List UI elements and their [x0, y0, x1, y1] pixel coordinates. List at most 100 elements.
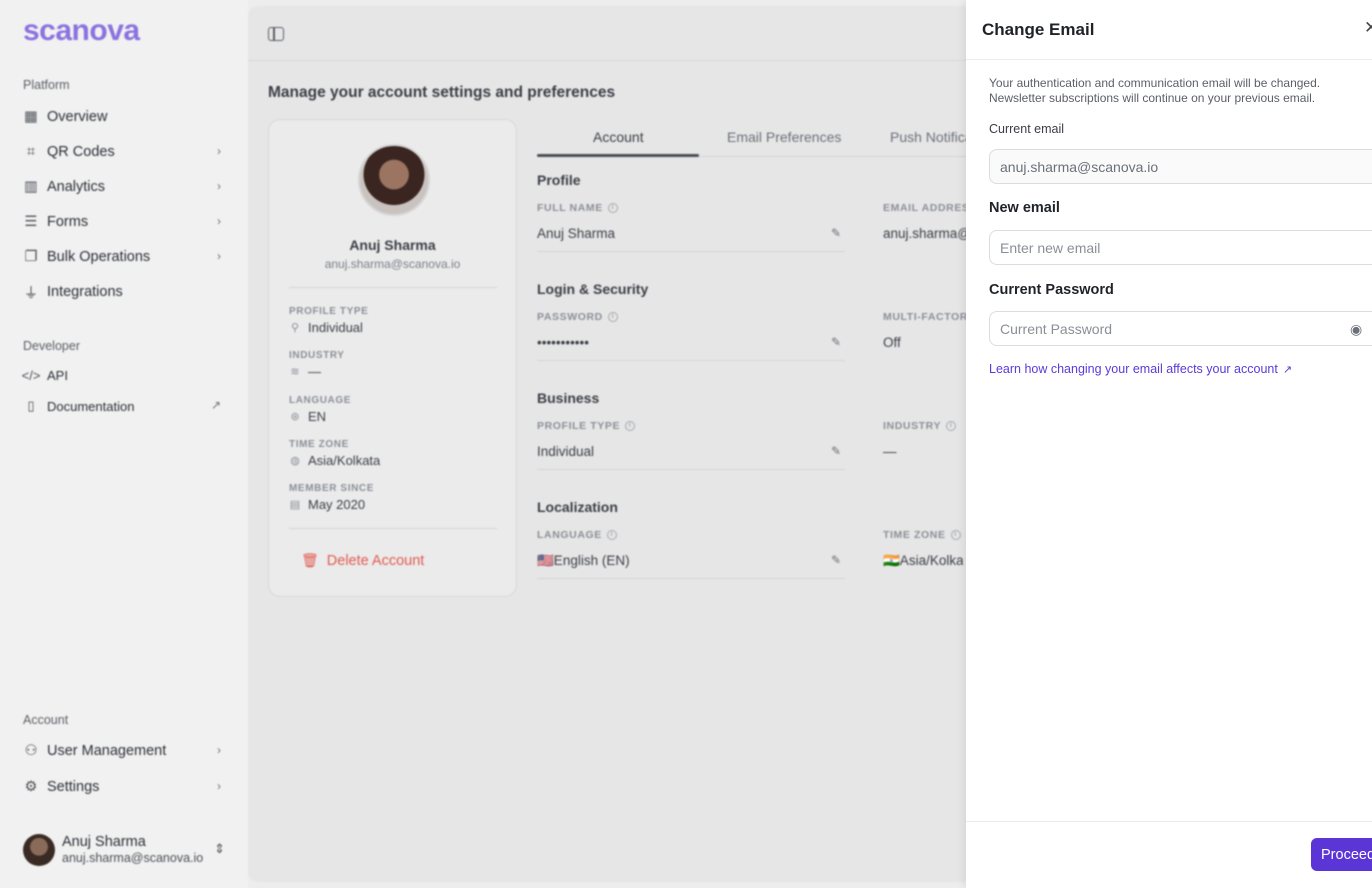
delete-account-button[interactable]: 🗑 Delete Account	[301, 552, 424, 569]
localization-language-label: LANGUAGE i	[537, 529, 617, 541]
language-label: LANGUAGE	[289, 395, 352, 406]
language-value: ⊛ EN	[290, 409, 327, 424]
sidebar-item-label: Integrations	[47, 284, 123, 300]
external-link-icon: ↗	[1282, 363, 1293, 376]
localization-timezone-field[interactable]: 🇮🇳Asia/Kolkat	[883, 553, 963, 579]
chevron-right-icon: ›	[217, 179, 221, 193]
email-address-label: EMAIL ADDRESS	[883, 202, 978, 214]
profile-name: Anuj Sharma	[349, 237, 436, 253]
divider	[289, 528, 497, 529]
active-tab-indicator	[537, 154, 699, 157]
sidebar-item-integrations[interactable]: ⏚ Integrations	[23, 279, 225, 305]
avatar	[23, 834, 55, 866]
sidebar-item-analytics[interactable]: ▥ Analytics ›	[23, 174, 225, 200]
code-icon: </>	[21, 367, 41, 383]
drawer-title: Change Email	[982, 20, 1095, 39]
mfa-field[interactable]: Off	[883, 335, 963, 361]
full-name-field[interactable]: Anuj Sharma ✎	[537, 226, 845, 252]
member-since-value: ▤ May 2020	[289, 497, 366, 512]
sidebar-item-label: Bulk Operations	[47, 249, 151, 265]
edit-icon[interactable]: ✎	[831, 444, 841, 458]
qr-icon: ⌗	[26, 144, 36, 160]
profile-email: anuj.sharma@scanova.io	[324, 257, 461, 271]
password-field[interactable]: ••••••••••• ✎	[537, 335, 845, 361]
sidebar-item-label: User Management	[47, 743, 167, 759]
sidebar-item-label: QR Codes	[47, 144, 115, 160]
sidebar-item-forms[interactable]: ☰ Forms ›	[23, 209, 225, 235]
member-since-label: MEMBER SINCE	[289, 483, 374, 494]
chevron-right-icon: ›	[217, 144, 221, 158]
sidebar-item-api[interactable]: </> API	[21, 362, 225, 388]
sidebar-item-label: Documentation	[47, 398, 135, 414]
user-menu[interactable]: Anuj Sharma anuj.sharma@scanova.io ⇕	[23, 832, 225, 868]
sidebar-item-documentation[interactable]: ▯ Documentation ↗	[23, 393, 225, 419]
industry-value: ≋ —	[290, 364, 321, 379]
sidebar-item-overview[interactable]: ▦ Overview	[23, 104, 225, 130]
new-email-label: New email	[989, 200, 1060, 216]
industry-label: INDUSTRY	[289, 350, 345, 361]
edit-icon[interactable]: ✎	[831, 226, 841, 240]
learn-more-link[interactable]: Learn how changing your email affects yo…	[989, 362, 1292, 376]
sidebar-item-label: Settings	[47, 779, 100, 795]
drawer-description: Your authentication and communication em…	[989, 76, 1321, 105]
stack-icon: ❐	[24, 249, 38, 265]
sidebar-item-bulk-operations[interactable]: ❐ Bulk Operations ›	[23, 244, 225, 270]
section-title-business: Business	[537, 390, 600, 406]
info-icon[interactable]: i	[625, 421, 636, 431]
external-link-icon: ↗	[210, 398, 221, 412]
tab-account[interactable]: Account	[593, 129, 644, 145]
info-icon[interactable]: i	[607, 312, 618, 322]
password-label: PASSWORD i	[537, 311, 618, 323]
sidebar-toggle-icon[interactable]	[268, 27, 284, 41]
chevron-updown-icon: ⇕	[214, 841, 225, 856]
info-icon[interactable]: i	[607, 203, 618, 213]
localization-timezone-label: TIME ZONE i	[883, 529, 961, 541]
section-title-localization: Localization	[537, 499, 618, 515]
drawer-header: Change Email ✕	[966, 0, 1372, 60]
sidebar-item-qr-codes[interactable]: ⌗ QR Codes ›	[23, 139, 225, 165]
sidebar-item-label: Analytics	[47, 179, 106, 195]
email-address-field[interactable]: anuj.sharma@	[883, 226, 971, 252]
profile-card: Anuj Sharma anuj.sharma@scanova.io PROFI…	[268, 119, 517, 597]
edit-icon[interactable]: ✎	[831, 553, 841, 567]
user-name: Anuj Sharma	[62, 834, 146, 850]
chevron-right-icon: ›	[217, 779, 221, 793]
current-password-label: Current Password	[989, 282, 1114, 298]
proceed-button[interactable]: Proceed	[1311, 838, 1372, 871]
mfa-label: MULTI-FACTOR	[883, 311, 968, 323]
settings-icon: ⚙	[24, 779, 38, 795]
edit-icon[interactable]: ✎	[831, 335, 841, 349]
eye-icon[interactable]: ◉	[1350, 321, 1362, 338]
scanova-logo[interactable]: scanova	[23, 14, 140, 48]
sidebar-item-settings[interactable]: ⚙ Settings ›	[23, 774, 225, 800]
page-title: Manage your account settings and prefere…	[268, 84, 616, 101]
sidebar-item-user-management[interactable]: ⚇ User Management ›	[23, 738, 225, 764]
close-icon[interactable]: ✕	[1364, 18, 1372, 38]
layers-icon: ≋	[290, 366, 300, 378]
language-icon: ⊛	[290, 411, 300, 423]
chevron-right-icon: ›	[217, 249, 221, 263]
business-profile-type-field[interactable]: Individual ✎	[537, 444, 845, 470]
localization-language-field[interactable]: 🇺🇸English (EN) ✎	[537, 553, 845, 579]
current-email-field	[989, 149, 1372, 184]
plug-icon: ⏚	[23, 285, 39, 302]
user-icon: ⚲	[290, 322, 300, 334]
nav-section-platform: Platform	[23, 78, 70, 92]
info-icon[interactable]: i	[606, 530, 617, 540]
calendar-icon: ▤	[289, 499, 301, 511]
timezone-label: TIME ZONE	[289, 439, 349, 450]
grid-icon: ▦	[24, 109, 38, 125]
tab-email-preferences[interactable]: Email Preferences	[727, 129, 841, 145]
business-industry-field[interactable]: —	[883, 444, 963, 470]
profile-type-label: PROFILE TYPE	[289, 306, 369, 317]
current-password-field[interactable]	[989, 311, 1372, 346]
form-icon: ☰	[24, 214, 38, 230]
tab-push-notifications[interactable]: Push Notificat	[890, 129, 976, 145]
info-icon[interactable]: i	[950, 530, 961, 540]
info-icon[interactable]: i	[946, 421, 957, 431]
new-email-field[interactable]	[989, 230, 1372, 265]
timezone-value: ◍ Asia/Kolkata	[290, 453, 381, 468]
business-industry-label: INDUSTRY i	[883, 420, 957, 432]
user-email: anuj.sharma@scanova.io	[62, 851, 204, 865]
nav-section-account: Account	[23, 713, 69, 727]
